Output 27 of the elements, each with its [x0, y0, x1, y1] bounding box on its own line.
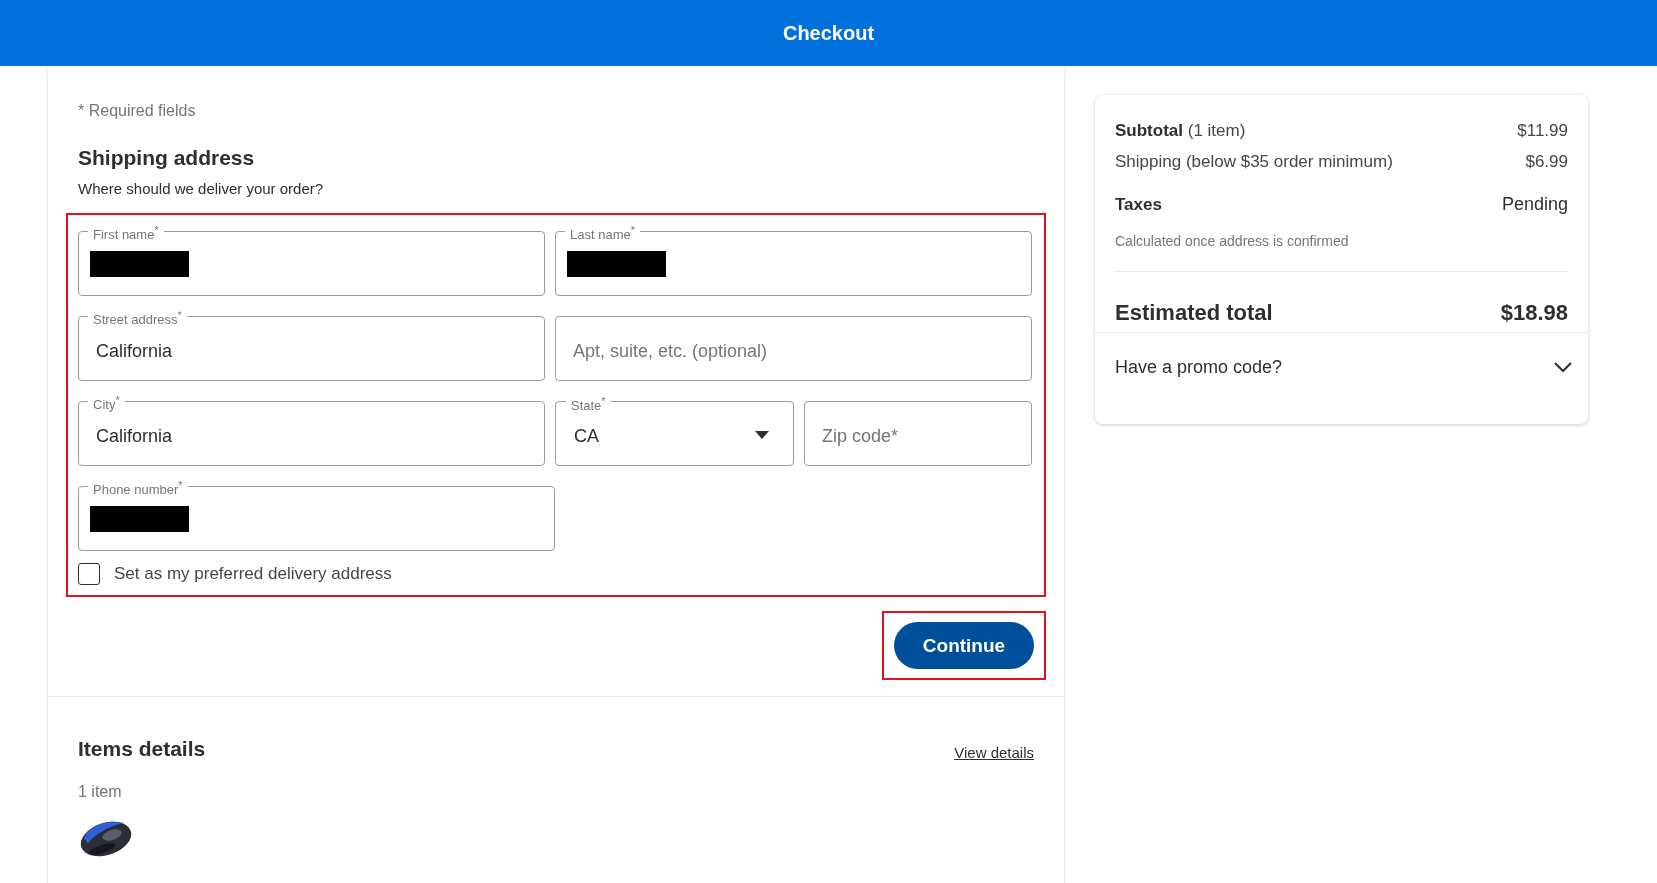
taxes-value: Pending [1501, 194, 1568, 215]
continue-button[interactable]: Continue [894, 622, 1034, 669]
section-title: Items details [78, 737, 206, 761]
summary-amount: $6.99 [1525, 152, 1568, 172]
summary-label: Shipping (below $35 order minimum) [1115, 152, 1393, 172]
section-subtitle: Where should we deliver your order? [78, 180, 325, 197]
input-field[interactable]: Zip code* [804, 401, 1032, 466]
input-field[interactable] [555, 231, 1032, 296]
caret-icon [755, 431, 769, 439]
promo-toggle[interactable]: Have a promo code? [1115, 357, 1283, 378]
summary-label: Subtotal (1 item) [1115, 121, 1246, 141]
required-note: * Required fields [78, 102, 197, 120]
checkbox-label: Set as my preferred delivery address [114, 564, 392, 584]
chevron-icon[interactable] [1554, 362, 1572, 373]
item-count: 1 item [78, 783, 123, 801]
section-title: Shipping address [78, 146, 256, 170]
input-field[interactable]: Apt, suite, etc. (optional) [555, 316, 1032, 381]
total-label: Estimated total [1115, 300, 1273, 326]
summary-amount: $11.99 [1517, 121, 1568, 141]
taxes-label: Taxes [1115, 195, 1162, 215]
page-title: Checkout [782, 21, 875, 45]
view-details-link[interactable]: View details [954, 744, 1034, 761]
input-field[interactable] [78, 231, 545, 296]
checkbox[interactable] [78, 563, 100, 585]
total-amount: $18.98 [1500, 300, 1568, 326]
taxes-note: Calculated once address is confirmed [1115, 233, 1568, 272]
input-field[interactable] [78, 486, 555, 551]
